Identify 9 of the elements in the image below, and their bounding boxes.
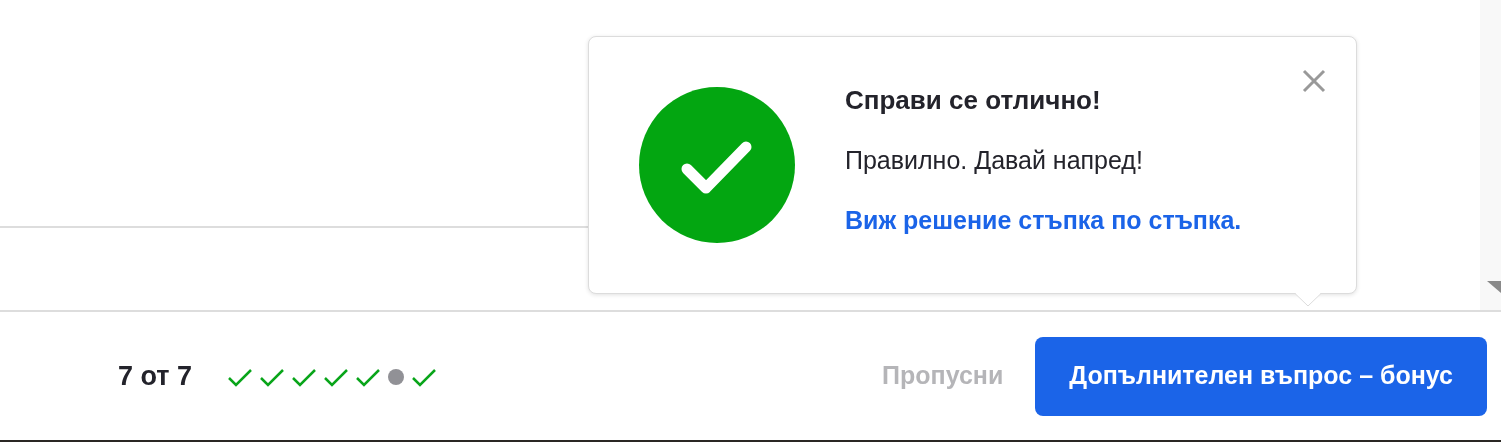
progress-text: 7 от 7 <box>118 359 193 393</box>
scrollbar[interactable] <box>1480 0 1501 310</box>
bonus-question-button[interactable]: Допълнителен въпрос – бонус <box>1035 336 1487 416</box>
feedback-title: Справи се отлично! <box>845 84 1102 117</box>
feedback-message: Правилно. Давай напред! <box>845 145 1144 176</box>
check-circle-icon <box>639 87 795 243</box>
scroll-down-icon[interactable] <box>1487 281 1501 293</box>
close-icon[interactable] <box>1302 69 1326 93</box>
solution-link[interactable]: Виж решение стъпка по стъпка. <box>845 201 1242 239</box>
